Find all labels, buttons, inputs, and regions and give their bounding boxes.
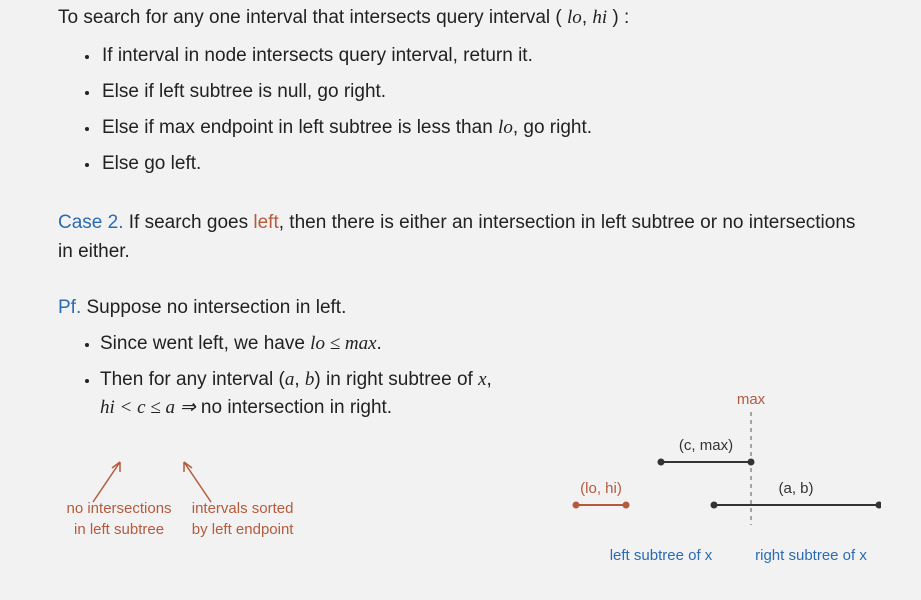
annotation-right: intervals sorted by left endpoint [192, 498, 294, 540]
pf-bullets: Since went left, we have lo ≤ max. Then … [58, 326, 640, 398]
bullet-3: Else if max endpoint in left subtree is … [100, 110, 863, 146]
bullet-1: If interval in node intersects query int… [100, 38, 863, 74]
case2-label: Case 2. [58, 212, 123, 233]
b3-pre: Else if max endpoint in left subtree is … [102, 117, 498, 138]
hi-var: hi [592, 7, 607, 28]
annot-right-2: by left endpoint [192, 521, 294, 538]
pf-b1-post: . [377, 333, 382, 354]
annot-right-1: intervals sorted [192, 500, 294, 517]
b-var: b [305, 369, 315, 390]
rightsub-label: right subtree of x [755, 547, 867, 564]
annotations: no intersections in left subtree interva… [20, 498, 340, 540]
pf-b1-pre: Since went left, we have [100, 333, 310, 354]
pf-suppose: Suppose no intersection in left. [81, 297, 346, 318]
paren-close: ) [607, 7, 624, 28]
ab-dot-left [711, 502, 718, 509]
b3-post: , go right. [513, 117, 592, 138]
diagram-svg: max (c, max) (lo, hi) (a, b) left subtre… [561, 380, 881, 590]
case2-left: left [253, 212, 278, 233]
annot-left-2: in left subtree [74, 521, 164, 538]
pf-b2-post: , [487, 369, 492, 390]
pf-label: Pf. [58, 297, 81, 318]
colon: : [624, 7, 629, 28]
algorithm-bullets: If interval in node intersects query int… [58, 38, 863, 182]
case2-para: Case 2. If search goes left, then there … [58, 208, 863, 267]
case2-pre: If search goes [123, 212, 253, 233]
pf-b2-pre: Then for any interval [100, 369, 278, 390]
pf-line2-math: hi < c ≤ a ⇒ [100, 397, 196, 418]
interval-diagram: max (c, max) (lo, hi) (a, b) left subtre… [561, 380, 881, 590]
paren-open: ( [555, 7, 567, 28]
pf-para: Pf. Suppose no intersection in left. [58, 293, 863, 322]
ab-dot-right [876, 502, 882, 509]
a-var: a [285, 369, 295, 390]
lohi-label: (lo, hi) [580, 480, 622, 497]
pf-b1-math: lo ≤ max [310, 333, 376, 354]
ab-label: (a, b) [778, 480, 813, 497]
pf-b2-mid: in right subtree of [321, 369, 478, 390]
bullet-2: Else if left subtree is null, go right. [100, 74, 863, 110]
lohi-dot-left [573, 502, 580, 509]
comma: , [582, 7, 593, 28]
cmax-dot-right [748, 459, 755, 466]
pf-bullet-1: Since went left, we have lo ≤ max. [100, 326, 640, 362]
pf-bullet-2: Then for any interval (a, b) in right su… [100, 362, 640, 398]
ab-comma: , [294, 369, 305, 390]
lo-var: lo [567, 7, 582, 28]
annot-left-1: no intersections [67, 500, 172, 517]
cmax-label: (c, max) [679, 437, 733, 454]
annotation-left: no intersections in left subtree [67, 498, 172, 540]
bullet-4: Else go left. [100, 146, 863, 182]
intro-prefix: To search for any one interval that inte… [58, 7, 555, 28]
max-label: max [737, 391, 766, 408]
cmax-dot-left [658, 459, 665, 466]
x-var: x [478, 369, 486, 390]
annotation-arrows [58, 454, 258, 504]
leftsub-label: left subtree of x [610, 547, 713, 564]
intro-line: To search for any one interval that inte… [58, 4, 863, 32]
lo-var-2: lo [498, 117, 513, 138]
lohi-dot-right [623, 502, 630, 509]
pf-line2-text: no intersection in right. [196, 397, 392, 418]
